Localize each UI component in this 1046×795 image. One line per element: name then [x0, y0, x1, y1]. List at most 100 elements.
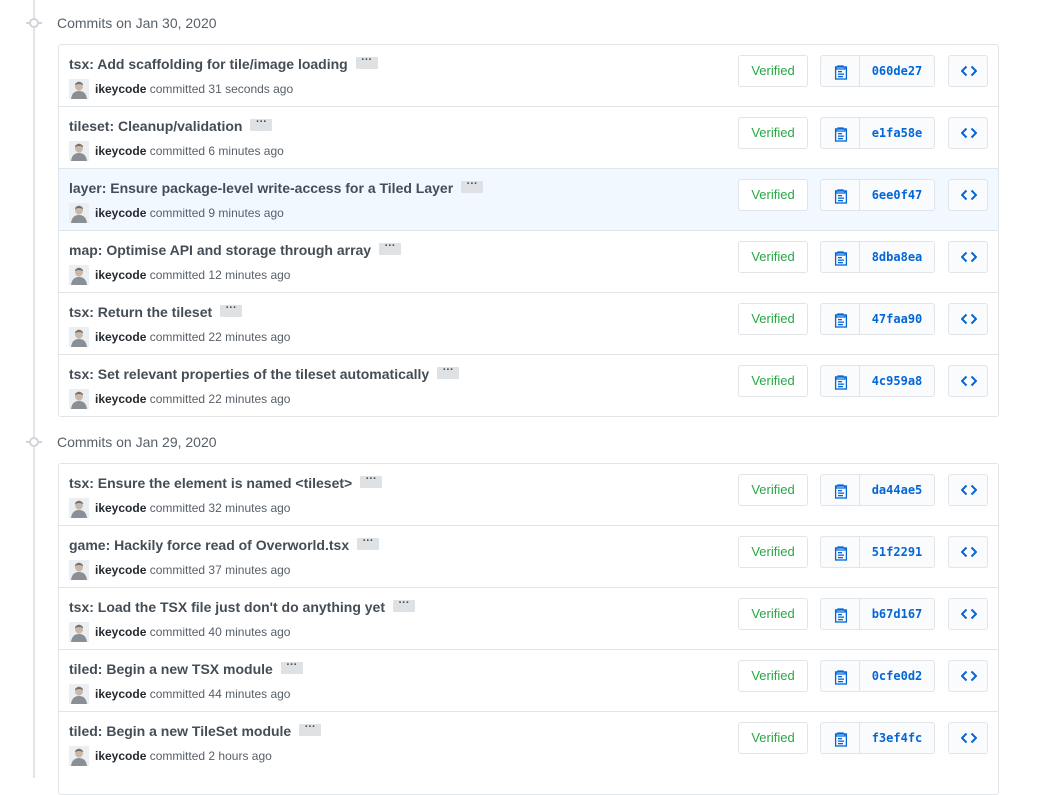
- avatar[interactable]: [69, 497, 89, 518]
- browse-repo-button[interactable]: [948, 303, 988, 335]
- commit-sha-link[interactable]: b67d167: [859, 598, 935, 630]
- commit-title-link[interactable]: map: Optimise API and storage through ar…: [69, 242, 371, 258]
- author-link[interactable]: ikeycode: [95, 82, 146, 96]
- commit-sha-link[interactable]: 47faa90: [859, 303, 935, 335]
- commit-title-link[interactable]: tsx: Set relevant properties of the tile…: [69, 366, 429, 382]
- commit-time: 12 minutes ago: [208, 268, 291, 282]
- commit-title-link[interactable]: tsx: Return the tileset: [69, 304, 212, 320]
- verified-badge[interactable]: Verified: [738, 55, 808, 87]
- commit-message-line: map: Optimise API and storage through ar…: [69, 240, 402, 260]
- browse-repo-button[interactable]: [948, 117, 988, 149]
- ellipsis-icon[interactable]: ···: [360, 474, 383, 489]
- copy-sha-button[interactable]: [820, 660, 860, 692]
- browse-repo-button[interactable]: [948, 722, 988, 754]
- ellipsis-icon[interactable]: ···: [437, 365, 460, 380]
- browse-repo-button[interactable]: [948, 365, 988, 397]
- author-link[interactable]: ikeycode: [95, 206, 146, 220]
- copy-sha-button[interactable]: [820, 303, 860, 335]
- commit-sha-link[interactable]: 0cfe0d2: [859, 660, 935, 692]
- commit-sha-link[interactable]: e1fa58e: [859, 117, 935, 149]
- commit-title-link[interactable]: tsx: Ensure the element is named <tilese…: [69, 475, 352, 491]
- ellipsis-icon[interactable]: ···: [299, 722, 322, 737]
- ellipsis-icon[interactable]: ···: [220, 303, 243, 318]
- copy-sha-button[interactable]: [820, 241, 860, 273]
- avatar[interactable]: [69, 559, 89, 580]
- ellipsis-icon[interactable]: ···: [379, 241, 402, 256]
- browse-repo-button[interactable]: [948, 474, 988, 506]
- commit-title-link[interactable]: tileset: Cleanup/validation: [69, 118, 242, 134]
- verified-badge[interactable]: Verified: [738, 722, 808, 754]
- ellipsis-icon[interactable]: ···: [250, 117, 273, 132]
- copy-sha-button[interactable]: [820, 474, 860, 506]
- ellipsis-icon[interactable]: ···: [357, 536, 380, 551]
- commit-meta: ikeycode committed 22 minutes ago: [69, 388, 290, 409]
- copy-sha-button[interactable]: [820, 179, 860, 211]
- commit-title-link[interactable]: game: Hackily force read of Overworld.ts…: [69, 537, 349, 553]
- author-link[interactable]: ikeycode: [95, 563, 146, 577]
- browse-repo-button[interactable]: [948, 179, 988, 211]
- avatar[interactable]: [69, 140, 89, 161]
- commit-meta: ikeycode committed 44 minutes ago: [69, 683, 290, 704]
- author-link[interactable]: ikeycode: [95, 392, 146, 406]
- copy-sha-button[interactable]: [820, 536, 860, 568]
- ellipsis-icon[interactable]: ···: [461, 179, 484, 194]
- avatar[interactable]: [69, 621, 89, 642]
- clipboard-icon: [834, 608, 848, 623]
- browse-repo-button[interactable]: [948, 598, 988, 630]
- avatar[interactable]: [69, 202, 89, 223]
- browse-repo-button[interactable]: [948, 241, 988, 273]
- verified-badge[interactable]: Verified: [738, 117, 808, 149]
- code-icon: [961, 670, 977, 682]
- verified-badge[interactable]: Verified: [738, 598, 808, 630]
- copy-sha-button[interactable]: [820, 55, 860, 87]
- commit-title-link[interactable]: tiled: Begin a new TileSet module: [69, 723, 291, 739]
- verified-badge[interactable]: Verified: [738, 660, 808, 692]
- commit-message-line: tiled: Begin a new TSX module ···: [69, 659, 303, 679]
- avatar[interactable]: [69, 683, 89, 704]
- author-link[interactable]: ikeycode: [95, 625, 146, 639]
- commit-row: tiled: Begin a new TileSet module ··· ike…: [59, 711, 998, 773]
- verified-badge[interactable]: Verified: [738, 303, 808, 335]
- commit-title-link[interactable]: layer: Ensure package-level write-access…: [69, 180, 453, 196]
- copy-sha-button[interactable]: [820, 598, 860, 630]
- verified-badge[interactable]: Verified: [738, 241, 808, 273]
- copy-sha-button[interactable]: [820, 117, 860, 149]
- verified-badge[interactable]: Verified: [738, 474, 808, 506]
- commit-meta: ikeycode committed 12 minutes ago: [69, 264, 291, 285]
- commit-sha-link[interactable]: 6ee0f47: [859, 179, 935, 211]
- commit-sha-link[interactable]: 4c959a8: [859, 365, 935, 397]
- author-link[interactable]: ikeycode: [95, 501, 146, 515]
- author-link[interactable]: ikeycode: [95, 687, 146, 701]
- copy-sha-button[interactable]: [820, 722, 860, 754]
- author-link[interactable]: ikeycode: [95, 144, 146, 158]
- commit-sha-link[interactable]: 060de27: [859, 55, 935, 87]
- avatar[interactable]: [69, 745, 89, 766]
- avatar[interactable]: [69, 388, 89, 409]
- commit-title-link[interactable]: tsx: Add scaffolding for tile/image load…: [69, 56, 348, 72]
- ellipsis-icon[interactable]: ···: [355, 55, 378, 70]
- author-link[interactable]: ikeycode: [95, 330, 146, 344]
- commit-sha-link[interactable]: 51f2291: [859, 536, 935, 568]
- git-commit-icon: [26, 15, 42, 31]
- copy-sha-button[interactable]: [820, 365, 860, 397]
- verified-badge[interactable]: Verified: [738, 365, 808, 397]
- avatar[interactable]: [69, 78, 89, 99]
- code-icon: [961, 127, 977, 139]
- avatar[interactable]: [69, 326, 89, 347]
- commit-sha-link[interactable]: f3ef4fc: [859, 722, 935, 754]
- author-link[interactable]: ikeycode: [95, 268, 146, 282]
- ellipsis-icon[interactable]: ···: [280, 660, 303, 675]
- commit-sha-link[interactable]: 8dba8ea: [859, 241, 935, 273]
- commit-title-link[interactable]: tiled: Begin a new TSX module: [69, 661, 273, 677]
- author-link[interactable]: ikeycode: [95, 749, 146, 763]
- verified-badge[interactable]: Verified: [738, 179, 808, 211]
- commit-action: committed: [149, 687, 206, 701]
- browse-repo-button[interactable]: [948, 536, 988, 568]
- browse-repo-button[interactable]: [948, 55, 988, 87]
- commit-sha-link[interactable]: da44ae5: [859, 474, 935, 506]
- avatar[interactable]: [69, 264, 89, 285]
- verified-badge[interactable]: Verified: [738, 536, 808, 568]
- ellipsis-icon[interactable]: ···: [393, 598, 416, 613]
- browse-repo-button[interactable]: [948, 660, 988, 692]
- commit-title-link[interactable]: tsx: Load the TSX file just don't do any…: [69, 599, 385, 615]
